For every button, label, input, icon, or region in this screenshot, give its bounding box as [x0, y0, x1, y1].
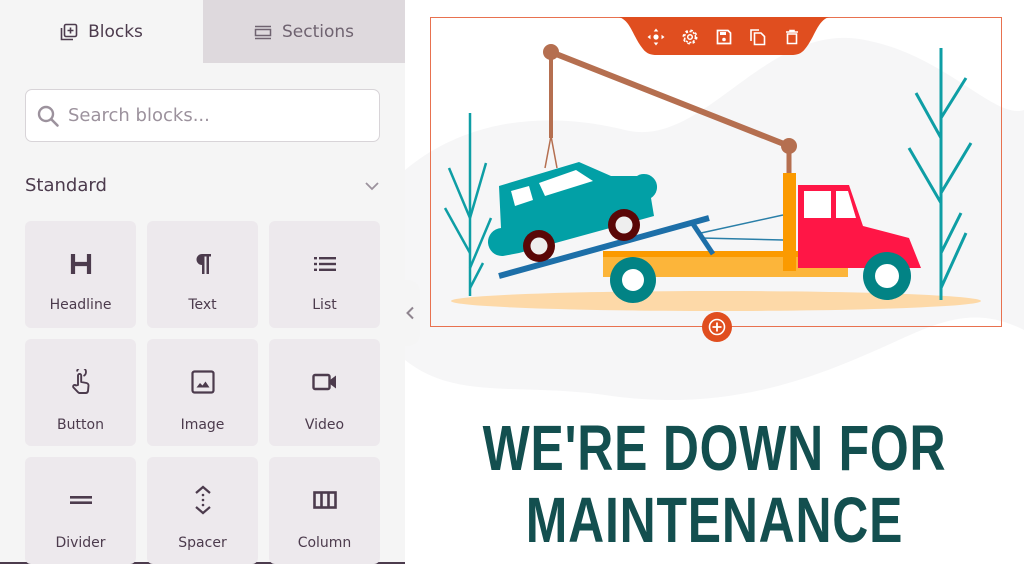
video-camera-icon — [311, 369, 338, 395]
block-text[interactable]: Text — [147, 221, 258, 328]
search-blocks-input[interactable] — [68, 105, 368, 126]
tab-sections[interactable]: Sections — [203, 0, 405, 63]
gear-icon — [682, 29, 698, 45]
block-label: Button — [57, 417, 104, 433]
columns-icon — [312, 487, 338, 513]
pointer-hand-icon — [68, 369, 94, 395]
save-button[interactable] — [714, 27, 734, 47]
block-spacer[interactable]: Spacer — [147, 457, 258, 564]
block-label: Video — [304, 417, 345, 433]
image-icon — [190, 369, 216, 395]
plus-circle-icon — [708, 318, 726, 336]
chevron-left-icon — [406, 306, 414, 320]
spacer-icon — [190, 485, 216, 515]
settings-button[interactable] — [680, 27, 700, 47]
blocks-grid: Headline Text List Button Image Video Di… — [25, 221, 380, 564]
block-label: Column — [297, 535, 352, 551]
duplicate-button[interactable] — [748, 27, 768, 47]
collapse-sidebar-handle[interactable] — [400, 280, 420, 346]
list-icon — [312, 251, 338, 277]
block-label: List — [312, 297, 337, 313]
blocks-sidebar: Blocks Sections Standard Hea — [0, 0, 405, 564]
block-list[interactable]: List — [269, 221, 380, 328]
block-button[interactable]: Button — [25, 339, 136, 446]
move-button[interactable] — [646, 27, 666, 47]
block-video[interactable]: Video — [269, 339, 380, 446]
add-block-button[interactable] — [702, 312, 732, 342]
trash-icon — [786, 29, 798, 45]
image-block-selected[interactable] — [430, 17, 1002, 327]
block-label: Spacer — [178, 535, 227, 551]
block-headline[interactable]: Headline — [25, 221, 136, 328]
delete-button[interactable] — [782, 27, 802, 47]
chevron-down-icon[interactable] — [364, 178, 380, 194]
block-label: Text — [188, 297, 217, 313]
tab-blocks-label: Blocks — [88, 21, 143, 42]
duplicate-icon — [750, 29, 766, 46]
block-image[interactable]: Image — [147, 339, 258, 446]
headline-icon — [68, 251, 94, 277]
page-headline[interactable]: WE'RE DOWN FOR MAINTENANCE — [473, 412, 956, 556]
divider-icon — [68, 487, 94, 513]
search-icon — [37, 105, 59, 127]
tow-truck-illustration — [443, 44, 981, 311]
search-box — [25, 89, 380, 142]
paragraph-icon — [190, 251, 216, 277]
move-icon — [647, 28, 665, 46]
block-label: Headline — [49, 297, 112, 313]
block-label: Divider — [55, 535, 106, 551]
block-toolbar — [619, 17, 829, 57]
add-block-icon — [60, 23, 78, 40]
block-label: Image — [180, 417, 225, 433]
page-canvas: WE'RE DOWN FOR MAINTENANCE — [405, 0, 1024, 564]
block-divider[interactable]: Divider — [25, 457, 136, 564]
save-icon — [716, 29, 732, 45]
sections-icon — [254, 25, 272, 39]
tab-sections-label: Sections — [281, 21, 355, 42]
tab-blocks[interactable]: Blocks — [0, 0, 203, 63]
block-column[interactable]: Column — [269, 457, 380, 564]
section-header-standard[interactable]: Standard — [25, 175, 380, 196]
section-title: Standard — [25, 175, 107, 196]
sidebar-tabs: Blocks Sections — [0, 0, 405, 63]
